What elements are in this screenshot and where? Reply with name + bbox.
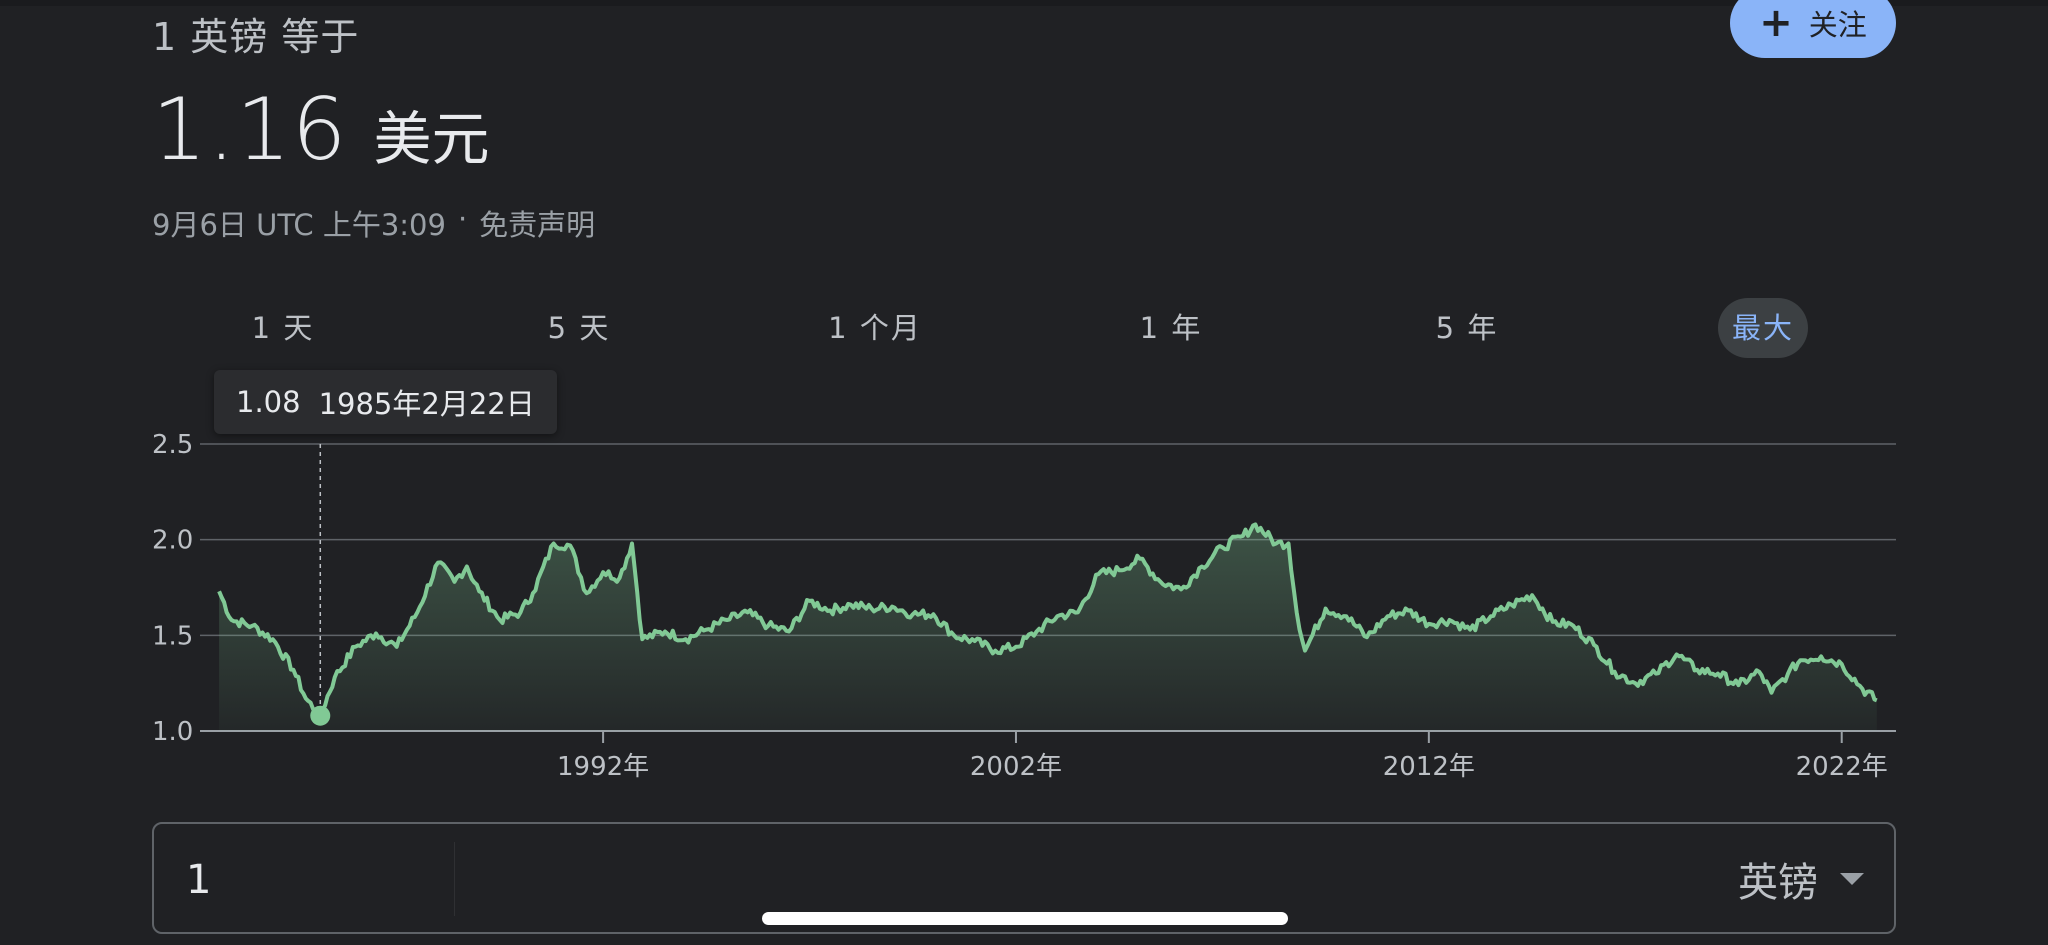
x-tick-label: 2002年 (970, 752, 1062, 782)
y-tick-label: 1.5 (152, 621, 193, 651)
chart-area (219, 524, 1877, 731)
y-tick-label: 1.0 (152, 717, 193, 747)
x-tick-label: 2012年 (1383, 752, 1475, 782)
hover-point (310, 705, 331, 726)
tooltip-date: 1985年2月22日 (318, 387, 535, 421)
caret-down-icon (1840, 873, 1864, 885)
tooltip-value: 1.08 (236, 385, 301, 419)
x-tick-label: 2022年 (1796, 752, 1888, 782)
home-indicator[interactable] (762, 912, 1288, 925)
y-tick-label: 2.5 (152, 430, 193, 460)
amount-input[interactable] (184, 846, 608, 914)
y-tick-label: 2.0 (152, 526, 193, 556)
currency-select[interactable]: 英镑 (1738, 846, 1864, 912)
chart-tooltip: 1.08 1985年2月22日 (214, 370, 557, 434)
x-tick-label: 1992年 (557, 752, 649, 782)
currency-label: 英镑 (1738, 860, 1818, 906)
converter-divider (454, 842, 455, 916)
